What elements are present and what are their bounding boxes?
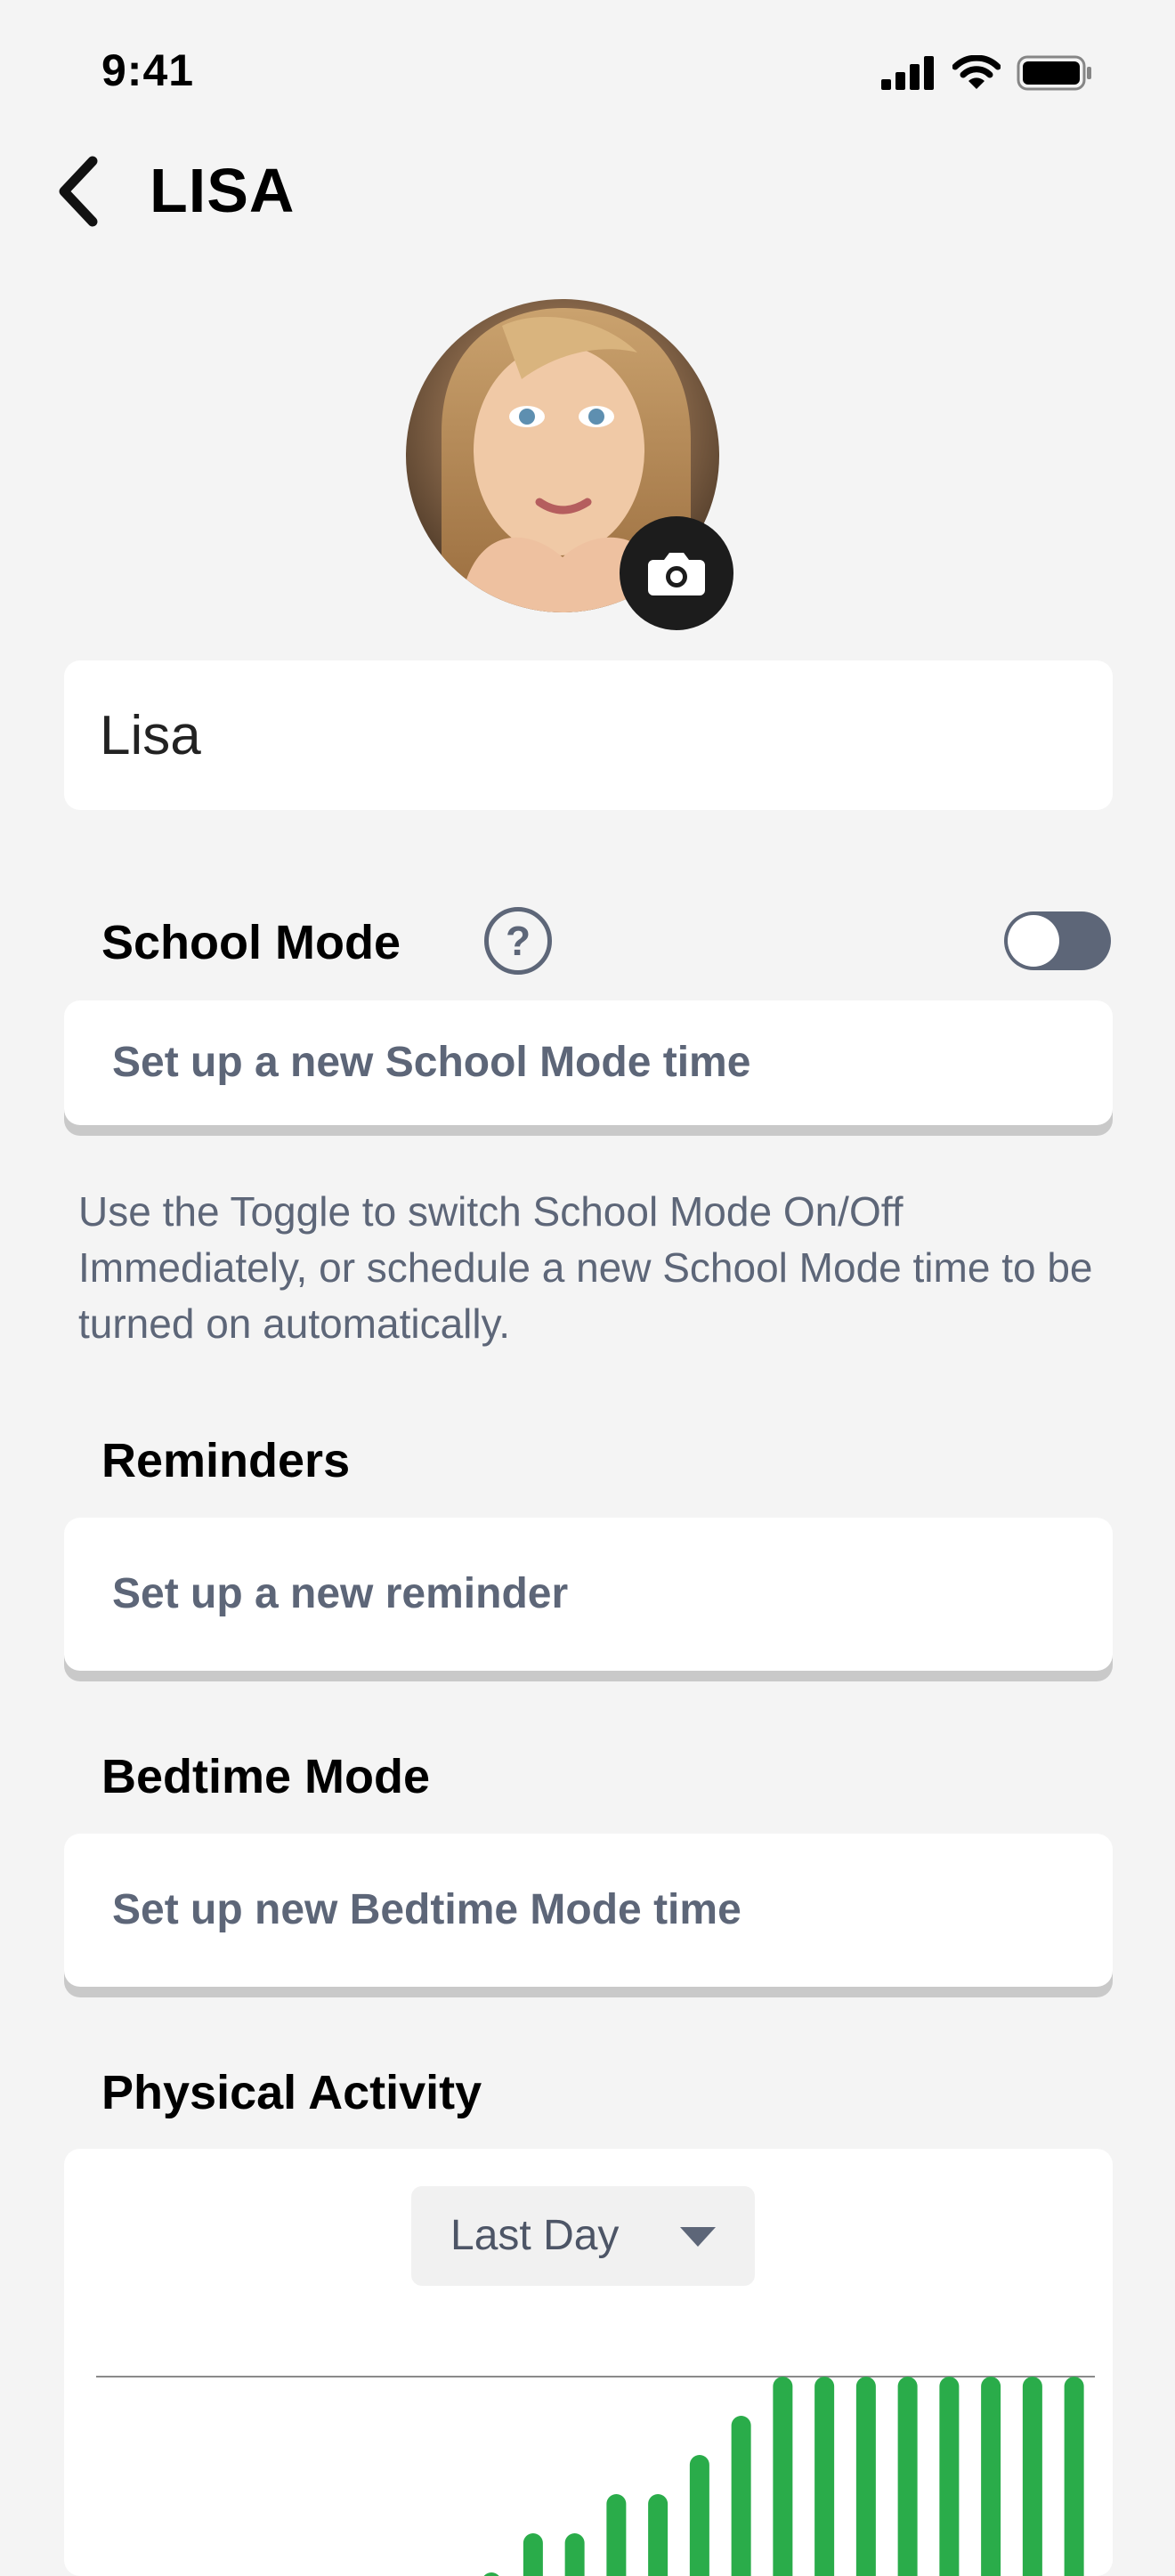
reminder-setup-row[interactable]: Set up a new reminder <box>64 1518 1113 1671</box>
activity-bar <box>648 2494 669 2576</box>
activity-bar <box>814 2377 835 2576</box>
wifi-icon <box>952 55 1001 89</box>
camera-icon <box>648 553 705 595</box>
school-mode-helper-text: Use the Toggle to switch School Mode On/… <box>78 1188 1093 1347</box>
battery-icon <box>1017 55 1091 91</box>
activity-bar <box>564 2533 585 2576</box>
school-mode-toggle[interactable] <box>1004 911 1111 970</box>
name-field-card <box>64 660 1113 810</box>
chevron-left-icon <box>59 156 98 227</box>
help-icon[interactable]: ? <box>484 907 552 975</box>
page-title: LISA <box>150 156 296 225</box>
back-button[interactable] <box>46 151 109 231</box>
activity-bar <box>689 2455 709 2576</box>
school-mode-title: School Mode <box>101 916 401 969</box>
status-bar: 9:41 <box>0 0 1175 142</box>
name-input[interactable] <box>100 660 1079 810</box>
school-mode-setup-row[interactable]: Set up a new School Mode time <box>64 1000 1113 1125</box>
reminders-title: Reminders <box>101 1434 351 1487</box>
physical-activity-card: Last Day <box>64 2149 1113 2576</box>
bedtime-mode-title: Bedtime Mode <box>101 1750 431 1803</box>
toggle-knob <box>1008 915 1059 967</box>
activity-chart <box>96 2376 1095 2576</box>
activity-bar <box>606 2494 627 2576</box>
activity-bar <box>773 2377 793 2576</box>
activity-bar <box>523 2533 543 2576</box>
activity-bar <box>731 2416 751 2576</box>
activity-bar <box>939 2377 960 2576</box>
school-mode-row-label: Set up a new School Mode time <box>112 1039 751 1086</box>
activity-bar <box>1022 2377 1042 2576</box>
reminder-row-label: Set up a new reminder <box>112 1570 569 1617</box>
bedtime-row-label: Set up new Bedtime Mode time <box>112 1886 741 1933</box>
activity-bar <box>1064 2377 1084 2576</box>
status-icons <box>881 52 1093 94</box>
nav-header: LISA <box>0 142 1175 258</box>
activity-bar <box>981 2377 1001 2576</box>
profile-avatar-group <box>406 299 733 630</box>
change-photo-button[interactable] <box>620 516 733 630</box>
physical-activity-title: Physical Activity <box>101 2066 482 2119</box>
cellular-signal-icon <box>881 56 934 90</box>
status-time: 9:41 <box>101 45 195 95</box>
activity-bar <box>897 2377 918 2576</box>
activity-bar <box>483 2572 499 2576</box>
bedtime-setup-row[interactable]: Set up new Bedtime Mode time <box>64 1834 1113 1987</box>
activity-bar <box>855 2377 876 2576</box>
